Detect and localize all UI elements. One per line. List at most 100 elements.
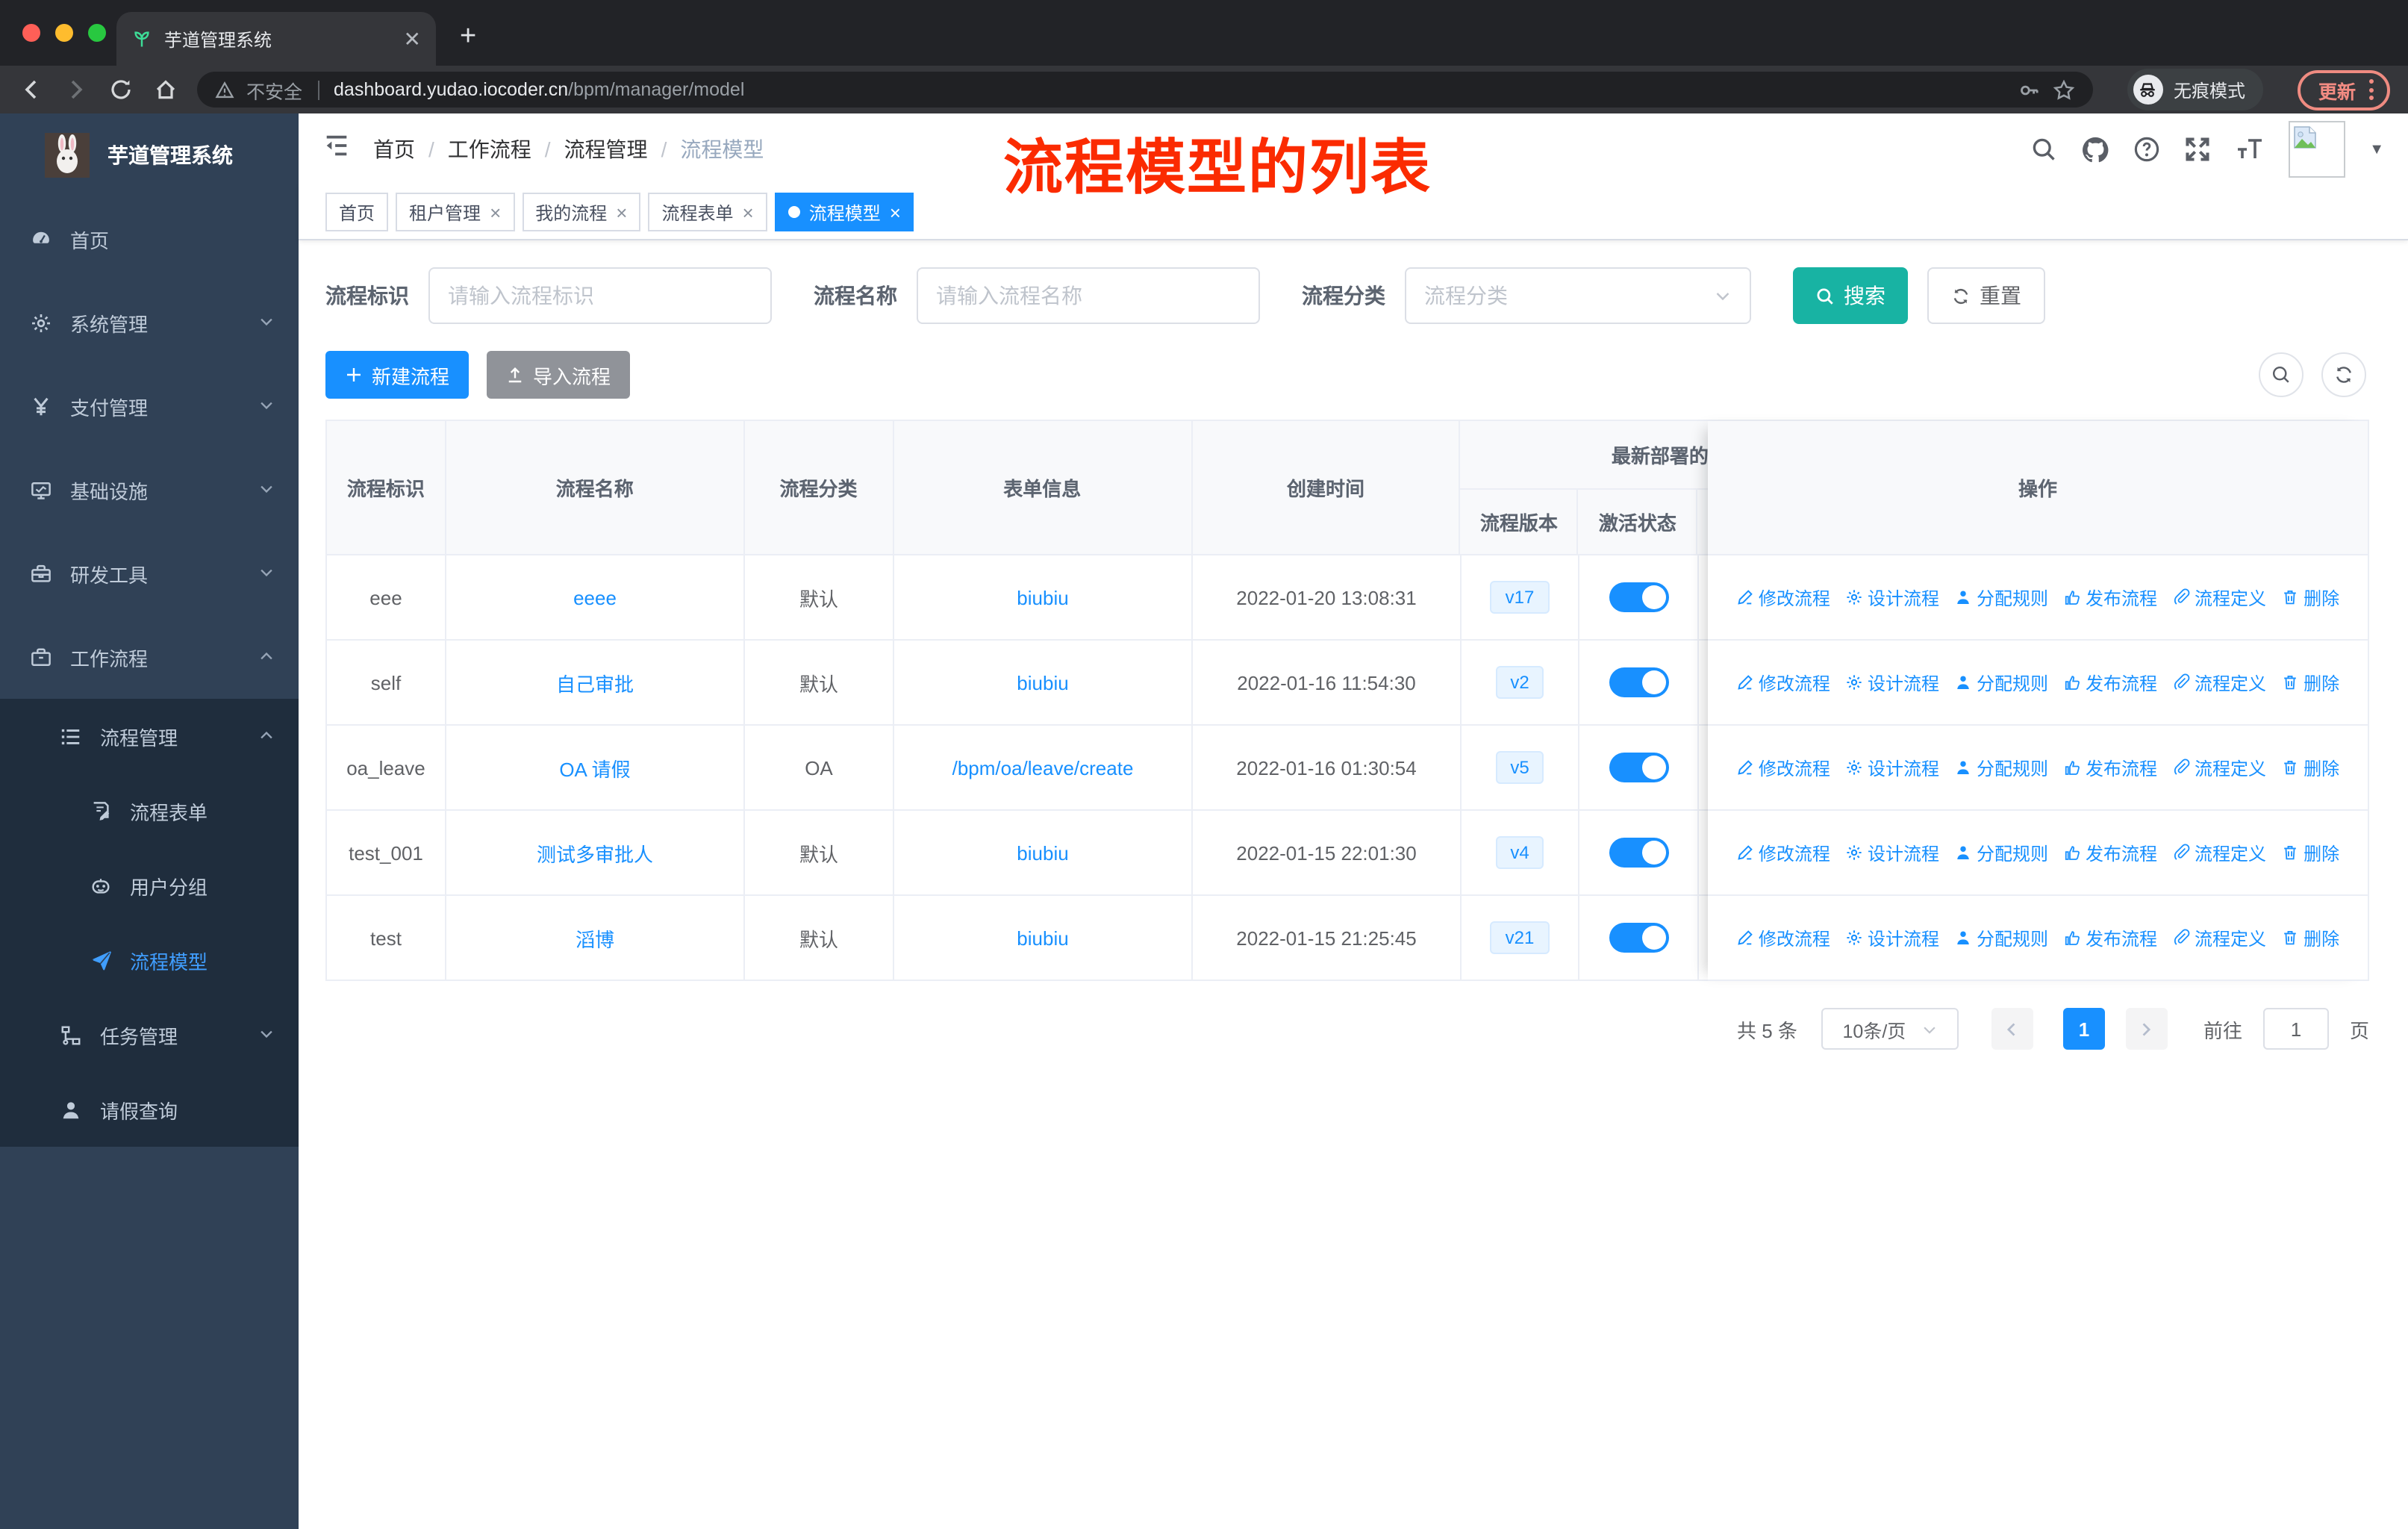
minimize-window-button[interactable] [55,24,73,42]
browser-menu-icon[interactable] [2369,79,2374,100]
url-text[interactable]: dashboard.yudao.iocoder.cn/bpm/manager/m… [334,79,744,100]
import-model-button[interactable]: 导入流程 [487,351,631,399]
model-name-link[interactable]: 滔博 [576,924,614,952]
font-size-icon[interactable] [2235,136,2265,163]
sidebar-item-用户分组[interactable]: 用户分组 [0,848,299,923]
action-修改流程[interactable]: 修改流程 [1736,755,1830,780]
active-toggle[interactable] [1609,667,1668,697]
model-name-link[interactable]: OA 请假 [559,753,630,782]
sidebar-toggle-icon[interactable] [322,131,351,167]
active-toggle[interactable] [1609,753,1668,782]
refresh-table-button[interactable] [2321,352,2366,397]
user-avatar[interactable] [2289,121,2346,178]
model-key-input[interactable] [428,267,772,324]
tag-close-icon[interactable]: × [890,201,901,223]
action-删除[interactable]: 删除 [2281,585,2339,610]
action-发布流程[interactable]: 发布流程 [2063,670,2157,695]
tag-close-icon[interactable]: × [616,201,627,223]
fullscreen-icon[interactable] [2184,136,2211,163]
breadcrumb-item[interactable]: 工作流程 [448,134,531,164]
tag-首页[interactable]: 首页 [325,193,389,231]
sidebar-item-支付管理[interactable]: 支付管理 [0,364,299,448]
tag-我的流程[interactable]: 我的流程 × [522,193,641,231]
show-search-toggle-button[interactable] [2259,352,2303,397]
sidebar-item-任务管理[interactable]: 任务管理 [0,997,299,1072]
action-发布流程[interactable]: 发布流程 [2063,925,2157,950]
home-icon[interactable] [152,77,178,102]
browser-tab[interactable]: 芋道管理系统 ✕ [116,12,436,66]
action-设计流程[interactable]: 设计流程 [1845,755,1939,780]
action-修改流程[interactable]: 修改流程 [1736,925,1830,950]
sidebar-item-请假查询[interactable]: 请假查询 [0,1072,299,1147]
close-window-button[interactable] [22,24,40,42]
next-page-button[interactable] [2125,1008,2168,1050]
form-info-link[interactable]: /bpm/oa/leave/create [952,756,1134,779]
action-设计流程[interactable]: 设计流程 [1845,925,1939,950]
action-修改流程[interactable]: 修改流程 [1736,670,1830,695]
reload-icon[interactable] [107,77,133,102]
address-bar[interactable]: 不安全 dashboard.yudao.iocoder.cn/bpm/manag… [197,72,2093,108]
tag-流程表单[interactable]: 流程表单 × [648,193,767,231]
action-删除[interactable]: 删除 [2281,755,2339,780]
action-流程定义[interactable]: 流程定义 [2172,840,2266,865]
search-button[interactable]: 搜索 [1793,267,1908,324]
action-设计流程[interactable]: 设计流程 [1845,840,1939,865]
avatar-caret-icon[interactable]: ▼ [2369,141,2384,158]
form-info-link[interactable]: biubiu [1017,841,1068,864]
model-name-link[interactable]: 测试多审批人 [537,838,653,867]
sidebar-logo[interactable]: 芋道管理系统 [0,113,299,197]
page-size-select[interactable]: 10条/页 [1821,1008,1959,1050]
category-select[interactable]: 流程分类 [1405,267,1751,324]
action-设计流程[interactable]: 设计流程 [1845,670,1939,695]
tab-close-icon[interactable]: ✕ [404,26,421,52]
action-分配规则[interactable]: 分配规则 [1954,755,2048,780]
active-toggle[interactable] [1609,838,1668,868]
action-删除[interactable]: 删除 [2281,925,2339,950]
tag-租户管理[interactable]: 租户管理 × [396,193,515,231]
sidebar-item-研发工具[interactable]: 研发工具 [0,532,299,615]
search-icon[interactable] [2030,136,2057,163]
sidebar-item-工作流程[interactable]: 工作流程 [0,615,299,699]
action-分配规则[interactable]: 分配规则 [1954,840,2048,865]
sidebar-item-流程模型[interactable]: 流程模型 [0,923,299,997]
breadcrumb-item[interactable]: 首页 [373,134,415,164]
action-分配规则[interactable]: 分配规则 [1954,670,2048,695]
back-icon[interactable] [18,77,43,102]
reset-button[interactable]: 重置 [1927,267,2045,324]
action-发布流程[interactable]: 发布流程 [2063,755,2157,780]
form-info-link[interactable]: biubiu [1017,586,1068,608]
form-info-link[interactable]: biubiu [1017,671,1068,694]
action-发布流程[interactable]: 发布流程 [2063,585,2157,610]
tag-close-icon[interactable]: × [743,201,754,223]
action-修改流程[interactable]: 修改流程 [1736,840,1830,865]
action-流程定义[interactable]: 流程定义 [2172,925,2266,950]
active-toggle[interactable] [1609,582,1668,612]
forward-icon[interactable] [63,77,88,102]
sidebar-item-流程管理[interactable]: 流程管理 [0,699,299,773]
goto-page-input[interactable] [2262,1008,2329,1050]
create-model-button[interactable]: 新建流程 [325,351,470,399]
sidebar-item-首页[interactable]: 首页 [0,197,299,281]
new-tab-button[interactable]: + [460,21,476,54]
tag-close-icon[interactable]: × [490,201,501,223]
browser-update-button[interactable]: 更新 [2297,69,2390,110]
action-流程定义[interactable]: 流程定义 [2172,755,2266,780]
breadcrumb-item[interactable]: 流程管理 [564,134,648,164]
action-设计流程[interactable]: 设计流程 [1845,585,1939,610]
maximize-window-button[interactable] [88,24,106,42]
action-删除[interactable]: 删除 [2281,840,2339,865]
active-toggle[interactable] [1609,923,1668,953]
key-icon[interactable] [2018,78,2041,101]
sidebar-item-基础设施[interactable]: 基础设施 [0,448,299,532]
help-icon[interactable] [2133,136,2160,163]
model-name-link[interactable]: eeee [573,586,617,608]
action-删除[interactable]: 删除 [2281,670,2339,695]
action-分配规则[interactable]: 分配规则 [1954,585,2048,610]
form-info-link[interactable]: biubiu [1017,927,1068,949]
sidebar-item-流程表单[interactable]: 流程表单 [0,773,299,848]
action-发布流程[interactable]: 发布流程 [2063,840,2157,865]
model-name-link[interactable]: 自己审批 [556,668,634,697]
action-修改流程[interactable]: 修改流程 [1736,585,1830,610]
action-分配规则[interactable]: 分配规则 [1954,925,2048,950]
page-number-button[interactable]: 1 [2062,1008,2105,1050]
